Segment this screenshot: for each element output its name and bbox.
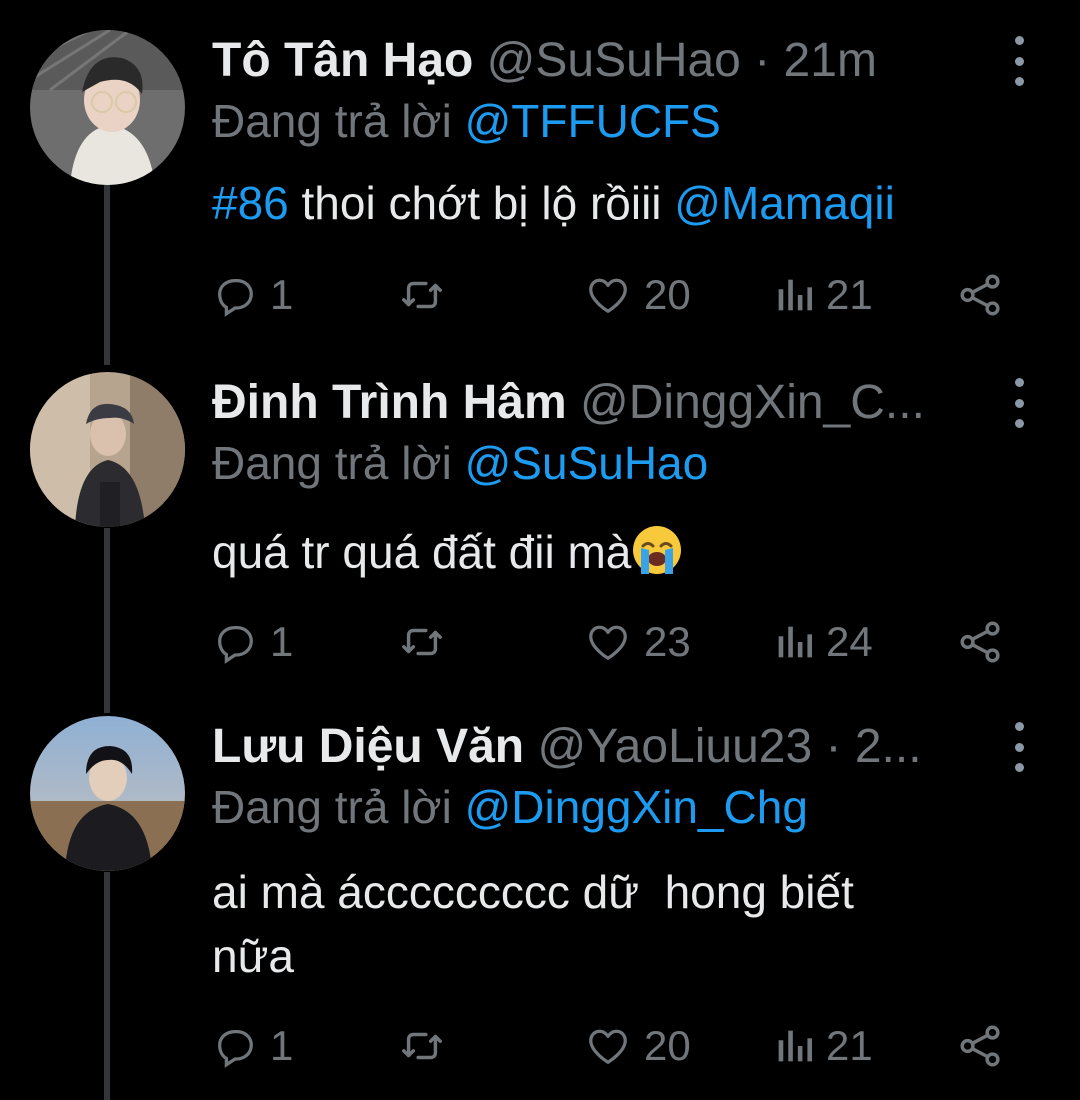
tweet-header: Tô Tân Hạo @SuSuHao · 21m [212, 30, 1000, 92]
replying-to-mention[interactable]: @SuSuHao [465, 437, 709, 489]
tweet-header: Lưu Diệu Văn @YaoLiuu23 · 2... [212, 716, 1000, 778]
tweet-text-line: ai mà áccccccccc dữ hong biết [212, 866, 854, 918]
timestamp[interactable]: 21m [784, 34, 877, 87]
reply-icon [218, 278, 253, 317]
replying-to-label: Đang trả lời [212, 437, 452, 489]
more-vertical-icon[interactable] [1006, 722, 1032, 772]
replying-to-label: Đang trả lời [212, 95, 452, 147]
tweet-text-content: quá tr quá đất đii mà [212, 526, 632, 578]
views-button[interactable]: 24 [774, 612, 873, 672]
reply-button[interactable]: 1 [212, 612, 293, 672]
share-button[interactable] [957, 1016, 1005, 1076]
timestamp[interactable]: 2... [855, 720, 922, 773]
like-count: 20 [644, 1022, 691, 1069]
views-button[interactable]: 21 [774, 1016, 873, 1076]
views-icon [778, 1030, 813, 1062]
retweet-button[interactable] [397, 265, 447, 325]
heart-icon [589, 1029, 627, 1064]
heart-icon [589, 625, 627, 660]
tweet-text: #86 thoi chớt bị lộ rồiii @Mamaqii [212, 171, 1032, 235]
replying-to-mention[interactable]: @TFFUCFS [465, 95, 721, 147]
mention-link[interactable]: @Mamaqii [674, 177, 895, 229]
like-count: 20 [644, 271, 691, 318]
reply-count: 1 [270, 618, 294, 665]
avatar[interactable] [30, 716, 185, 871]
retweet-icon [402, 1032, 442, 1060]
avatar[interactable] [30, 30, 185, 185]
tweet-text: ai mà áccccccccc dữ hong biết nữa [212, 860, 1032, 988]
avatar-image [30, 30, 185, 185]
retweet-icon [402, 628, 442, 656]
tweet-actions: 1 20 21 [212, 1016, 1042, 1076]
like-button[interactable]: 23 [584, 612, 691, 672]
reply-icon [218, 625, 253, 664]
views-count: 21 [826, 1022, 873, 1069]
avatar[interactable] [30, 372, 185, 527]
heart-icon [589, 278, 627, 313]
share-button[interactable] [957, 265, 1005, 325]
tweet-actions: 1 23 24 [212, 612, 1042, 672]
replying-to-label: Đang trả lời [212, 781, 452, 833]
like-button[interactable]: 20 [584, 1016, 691, 1076]
tweet-actions: 1 20 21 [212, 265, 1042, 325]
views-count: 24 [826, 618, 873, 665]
avatar-image [30, 716, 185, 871]
views-button[interactable]: 21 [774, 265, 873, 325]
views-icon [778, 626, 813, 658]
tweet-header: Đinh Trình Hâm @DinggXin_C... [212, 372, 1000, 434]
share-icon [960, 1025, 1000, 1067]
display-name[interactable]: Lưu Diệu Văn [212, 720, 524, 773]
more-vertical-icon[interactable] [1006, 36, 1032, 86]
views-count: 21 [826, 271, 873, 318]
separator-dot: · [754, 34, 771, 87]
user-handle[interactable]: @DinggXin_C... [580, 376, 925, 429]
user-handle[interactable]: @YaoLiuu23 [537, 720, 812, 773]
replying-to-mention[interactable]: @DinggXin_Chg [465, 781, 808, 833]
like-button[interactable]: 20 [584, 265, 691, 325]
hashtag-link[interactable]: #86 [212, 177, 289, 229]
reply-button[interactable]: 1 [212, 265, 293, 325]
loudly-crying-face-emoji [633, 526, 682, 574]
retweet-button[interactable] [397, 612, 447, 672]
replying-to: Đang trả lời @SuSuHao [212, 432, 708, 494]
reply-icon [218, 1029, 253, 1068]
tweet-text: quá tr quá đất đii mà [212, 520, 1032, 584]
share-button[interactable] [957, 612, 1005, 672]
views-icon [778, 279, 813, 311]
avatar-image [30, 372, 185, 527]
more-vertical-icon[interactable] [1006, 378, 1032, 428]
share-icon [960, 274, 1000, 316]
reply-thread: Tô Tân Hạo @SuSuHao · 21m Đang trả lời @… [0, 0, 1080, 1100]
replying-to: Đang trả lời @DinggXin_Chg [212, 776, 808, 838]
tweet[interactable]: Đinh Trình Hâm @DinggXin_C... Đang trả l… [0, 372, 1080, 672]
display-name[interactable]: Đinh Trình Hâm [212, 376, 567, 429]
reply-button[interactable]: 1 [212, 1016, 293, 1076]
tweet-text-line: nữa [212, 930, 294, 982]
like-count: 23 [644, 618, 691, 665]
reply-count: 1 [270, 1022, 294, 1069]
retweet-icon [402, 281, 442, 309]
reply-count: 1 [270, 271, 294, 318]
tweet-text-content: thoi chớt bị lộ rồiii [288, 177, 675, 229]
replying-to: Đang trả lời @TFFUCFS [212, 90, 721, 152]
retweet-button[interactable] [397, 1016, 447, 1076]
display-name[interactable]: Tô Tân Hạo [212, 34, 473, 87]
tweet[interactable]: Tô Tân Hạo @SuSuHao · 21m Đang trả lời @… [0, 30, 1080, 330]
separator-dot: · [825, 720, 842, 773]
user-handle[interactable]: @SuSuHao [487, 34, 741, 87]
tweet[interactable]: Lưu Diệu Văn @YaoLiuu23 · 2... Đang trả … [0, 716, 1080, 1100]
share-icon [960, 621, 1000, 663]
